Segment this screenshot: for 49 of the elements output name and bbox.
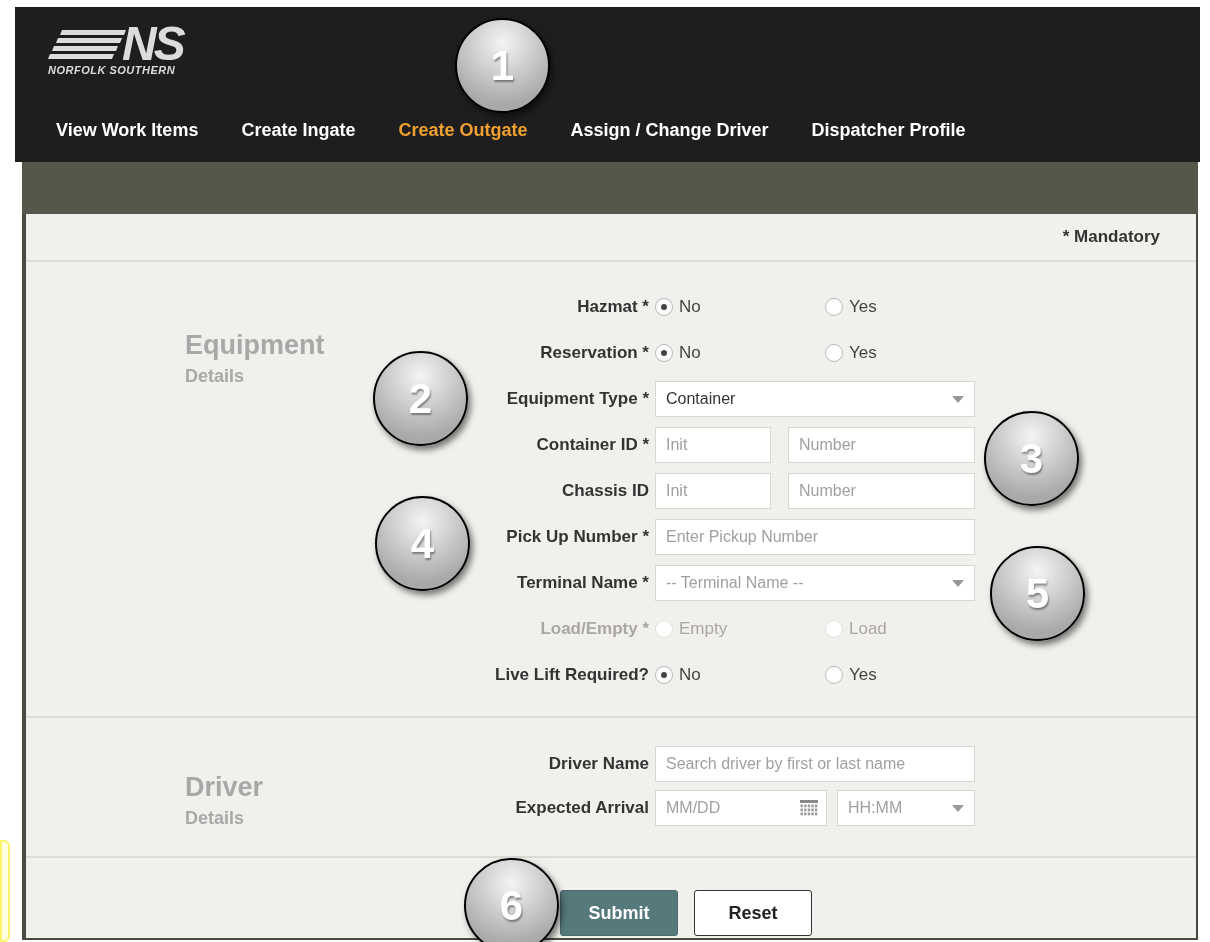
- field-label: Driver Name: [547, 753, 650, 776]
- section-title: Driver: [185, 771, 265, 804]
- field-label: Container ID *: [535, 434, 650, 457]
- option-label: Empty: [679, 618, 728, 641]
- radio-button[interactable]: [655, 666, 673, 684]
- input-field[interactable]: Number: [788, 473, 975, 509]
- nav-link[interactable]: Dispatcher Profile: [811, 118, 966, 142]
- field-label: Equipment Type *: [505, 388, 650, 411]
- radio-button[interactable]: [825, 298, 843, 316]
- nav-link[interactable]: Create Outgate: [398, 118, 528, 142]
- option-label: Yes: [849, 342, 877, 365]
- input-field[interactable]: Enter Pickup Number: [655, 519, 975, 555]
- input-field[interactable]: Init: [655, 427, 771, 463]
- section-title: Equipment: [185, 329, 326, 362]
- caret-icon: [952, 579, 964, 587]
- field-label: Load/Empty *: [539, 618, 650, 641]
- option-label: Load: [849, 618, 887, 641]
- select-field[interactable]: Container: [655, 381, 975, 417]
- input-field[interactable]: Number: [788, 427, 975, 463]
- field-label: Expected Arrival: [514, 797, 650, 820]
- section-subtitle: Details: [185, 365, 246, 388]
- option-label: Yes: [849, 296, 877, 319]
- caret-icon: [952, 395, 964, 403]
- field-label: Live Lift Required?: [494, 664, 650, 687]
- option-label: No: [679, 342, 701, 365]
- input-field[interactable]: Search driver by first or last name: [655, 746, 975, 782]
- radio-button[interactable]: [825, 344, 843, 362]
- option-label: No: [679, 296, 701, 319]
- field-label: Pick Up Number *: [505, 526, 650, 549]
- caret-icon: [952, 804, 964, 812]
- field-label: Chassis ID: [561, 480, 650, 503]
- option-label: No: [679, 664, 701, 687]
- nav-link[interactable]: Create Ingate: [241, 118, 356, 142]
- radio-button[interactable]: [655, 344, 673, 362]
- calendar-icon[interactable]: [800, 800, 818, 816]
- nav-link[interactable]: Assign / Change Driver: [570, 118, 769, 142]
- logo-text: NORFOLK SOUTHERN: [48, 65, 177, 76]
- submit-button[interactable]: Submit: [560, 890, 678, 936]
- field-label: Hazmat *: [576, 296, 650, 319]
- option-label: Yes: [849, 664, 877, 687]
- field-label: Terminal Name *: [516, 572, 650, 595]
- input-field[interactable]: Init: [655, 473, 771, 509]
- nav-link[interactable]: View Work Items: [56, 118, 199, 142]
- reset-button[interactable]: Reset: [694, 890, 812, 936]
- radio-button[interactable]: [655, 298, 673, 316]
- radio-button[interactable]: [825, 666, 843, 684]
- mandatory-note: * Mandatory: [1062, 226, 1160, 249]
- section-subtitle: Details: [185, 807, 246, 830]
- field-label: Reservation *: [539, 342, 650, 365]
